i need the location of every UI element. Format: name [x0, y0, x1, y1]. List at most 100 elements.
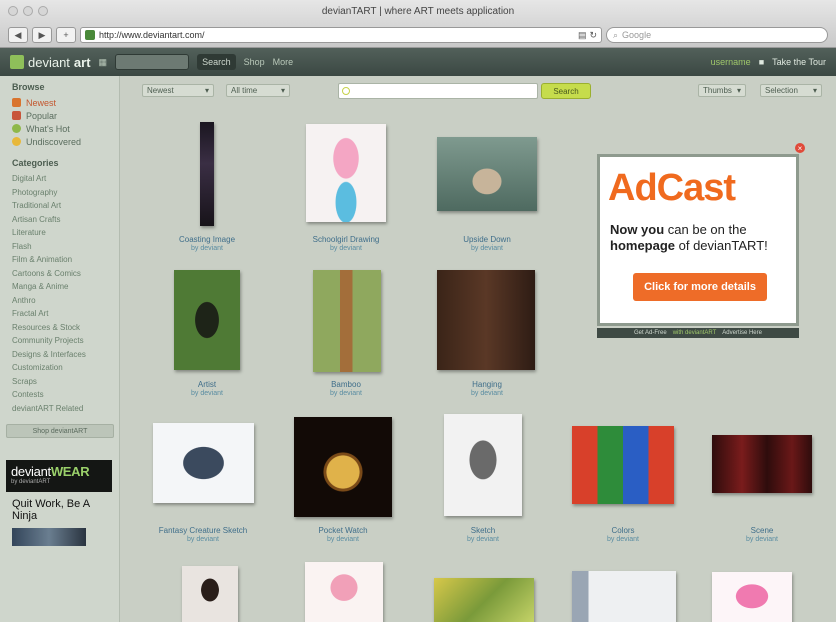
thumbnail-image[interactable]: [712, 572, 792, 622]
thumbnail-title[interactable]: Schoolgirl Drawing: [281, 235, 411, 244]
advertise-link[interactable]: Advertise Here: [722, 330, 762, 336]
thumbnail-artist[interactable]: by deviant: [558, 536, 688, 543]
adcast-ad[interactable]: AdCast Now you can be on the homepage of…: [597, 154, 799, 326]
ad-cta-button[interactable]: Click for more details: [633, 273, 767, 301]
site-header: deviant art ▦ Search Shop More username ■…: [0, 48, 836, 76]
sidebar-category-item[interactable]: Film & Animation: [12, 253, 119, 267]
grid-icon[interactable]: ▦: [99, 57, 108, 68]
sidebar-category-item[interactable]: Customization: [12, 361, 119, 375]
thumbnail-image[interactable]: [434, 578, 534, 622]
thumbnail-image[interactable]: [444, 414, 522, 516]
thumbnail-artist[interactable]: by deviant: [697, 536, 827, 543]
thumbnail-image[interactable]: [153, 423, 254, 503]
sidebar-item-popular[interactable]: Popular: [12, 109, 119, 122]
add-bookmark-button[interactable]: +: [56, 27, 76, 43]
sidebar-category-item[interactable]: Artisan Crafts: [12, 213, 119, 227]
thumbnail-artist[interactable]: by deviant: [142, 245, 272, 252]
thumbnail-title[interactable]: Bamboo: [281, 380, 411, 389]
time-select[interactable]: All time ▾: [226, 84, 290, 97]
gallery-search-input[interactable]: [338, 83, 538, 99]
browser-search-field[interactable]: ⌕ Google: [606, 27, 828, 43]
ad-line1-rest: can be on the: [664, 222, 747, 237]
sidebar-category-item[interactable]: Resources & Stock: [12, 321, 119, 335]
thumbnail-artist[interactable]: by deviant: [281, 390, 411, 397]
sidebar-item-newest[interactable]: Newest: [12, 96, 119, 109]
thumbnail-artist[interactable]: by deviant: [418, 536, 548, 543]
newest-icon: [12, 98, 21, 107]
sidebar-category-item[interactable]: Designs & Interfaces: [12, 348, 119, 362]
sidebar-category-item[interactable]: Fractal Art: [12, 307, 119, 321]
thumbnail-artist[interactable]: by deviant: [138, 536, 268, 543]
sidebar-category-item[interactable]: Manga & Anime: [12, 280, 119, 294]
header-link-shop[interactable]: Shop: [244, 57, 265, 67]
back-button[interactable]: ◀: [8, 27, 28, 43]
thumbnail-title[interactable]: Artist: [142, 380, 272, 389]
thumbnail-artist[interactable]: by deviant: [278, 536, 408, 543]
thumbnail-title[interactable]: Pocket Watch: [278, 526, 408, 535]
reload-icon[interactable]: ↻: [589, 30, 597, 41]
site-search-button[interactable]: Search: [197, 54, 236, 70]
tour-link[interactable]: Take the Tour: [772, 57, 826, 67]
logo-text-bold: art: [73, 54, 91, 70]
thumbnail-image[interactable]: [572, 571, 676, 622]
thumbnail-image[interactable]: [182, 566, 238, 622]
promo-text[interactable]: Quit Work, Be A Ninja: [12, 498, 102, 522]
selection-select[interactable]: Selection ▾: [760, 84, 822, 97]
thumbnail-artist[interactable]: by deviant: [422, 390, 552, 397]
ad-free-link[interactable]: Get Ad-Free: [634, 330, 667, 336]
thumbnail-artist[interactable]: by deviant: [422, 245, 552, 252]
gallery-search-button[interactable]: Search: [541, 83, 591, 99]
thumbnail-title[interactable]: Upside Down: [422, 235, 552, 244]
sidebar-item-whats-hot[interactable]: What's Hot: [12, 122, 119, 135]
thumbnail-title[interactable]: Coasting Image: [142, 235, 272, 244]
thumbnail-title[interactable]: Hanging: [422, 380, 552, 389]
site-logo[interactable]: deviant art: [10, 55, 91, 70]
shop-deviantart-button[interactable]: Shop deviantART: [6, 424, 114, 438]
browser-search-placeholder: Google: [622, 30, 652, 40]
deviantwear-promo[interactable]: deviantWEAR by deviantART: [6, 460, 112, 492]
thumbnail-image[interactable]: [200, 122, 214, 226]
user-link[interactable]: username: [711, 57, 751, 67]
header-link-more[interactable]: More: [273, 57, 294, 67]
sidebar-category-item[interactable]: deviantART Related: [12, 402, 119, 416]
thumbnail-title[interactable]: Fantasy Creature Sketch: [138, 526, 268, 535]
sidebar-category-item[interactable]: Scraps: [12, 375, 119, 389]
sidebar-category-item[interactable]: Contests: [12, 388, 119, 402]
promo-image[interactable]: [12, 528, 86, 546]
rss-icon[interactable]: ▤: [578, 30, 587, 41]
view-select[interactable]: Thumbs ▾: [698, 84, 746, 97]
ad-brand: AdCast: [608, 167, 736, 209]
thumbnail-image[interactable]: [306, 124, 386, 222]
close-ad-icon[interactable]: ×: [795, 143, 805, 153]
thumbnail-artist[interactable]: by deviant: [281, 245, 411, 252]
thumbnail-title[interactable]: Scene: [697, 526, 827, 535]
sidebar-category-item[interactable]: Literature: [12, 226, 119, 240]
sidebar-category-item[interactable]: Community Projects: [12, 334, 119, 348]
deviantart-logo-icon: [10, 55, 24, 69]
thumbnail-image[interactable]: [305, 562, 383, 622]
thumbnail-image[interactable]: [437, 270, 535, 370]
ad-footer-text: with deviantART: [672, 330, 717, 336]
thumbnail-title[interactable]: Colors: [558, 526, 688, 535]
sidebar-category-item[interactable]: Anthro: [12, 294, 119, 308]
thumbnail-image[interactable]: [313, 270, 381, 372]
thumbnail-image[interactable]: [572, 426, 674, 504]
thumbnail-title[interactable]: Sketch: [418, 526, 548, 535]
sidebar-category-item[interactable]: Cartoons & Comics: [12, 267, 119, 281]
thumbnail-image[interactable]: [712, 435, 812, 493]
sidebar-category-item[interactable]: Flash: [12, 240, 119, 254]
sort-select[interactable]: Newest ▾: [142, 84, 214, 97]
thumbnail-artist[interactable]: by deviant: [142, 390, 272, 397]
site-search-input[interactable]: [115, 54, 190, 70]
sidebar-item-undiscovered[interactable]: Undiscovered: [12, 135, 119, 148]
sort-select-value: Newest: [147, 86, 174, 95]
thumbnail-image[interactable]: [174, 270, 240, 370]
address-bar[interactable]: http://www.deviantart.com/ ▤ ↻: [80, 27, 602, 43]
sidebar-category-item[interactable]: Photography: [12, 186, 119, 200]
sidebar-category-item[interactable]: Digital Art: [12, 172, 119, 186]
forward-button[interactable]: ▶: [32, 27, 52, 43]
thumbnail-image[interactable]: [294, 417, 392, 517]
notification-icon[interactable]: ■: [759, 57, 764, 67]
thumbnail-image[interactable]: [437, 137, 537, 211]
sidebar-category-item[interactable]: Traditional Art: [12, 199, 119, 213]
